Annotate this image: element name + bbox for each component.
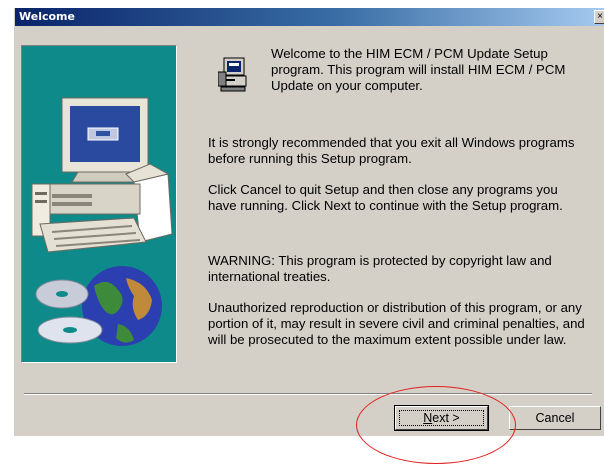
title-bar[interactable]: Welcome × bbox=[15, 8, 604, 26]
instructions-text: Click Cancel to quit Setup and then clos… bbox=[208, 182, 563, 213]
welcome-text: Welcome to the HIM ECM / PCM Update Setu… bbox=[271, 46, 566, 93]
setup-computer-icon bbox=[217, 56, 248, 92]
annotation-circle bbox=[356, 386, 516, 464]
window-title: Welcome bbox=[19, 10, 75, 23]
cancel-button[interactable]: Cancel bbox=[509, 406, 601, 430]
copyright-warning-text: WARNING: This program is protected by co… bbox=[208, 253, 552, 284]
close-icon[interactable]: × bbox=[594, 10, 604, 24]
legal-notice-text: Unauthorized reproduction or distributio… bbox=[208, 300, 585, 347]
button-divider bbox=[24, 393, 592, 395]
recommendation-text: It is strongly recommended that you exit… bbox=[208, 135, 575, 166]
setup-illustration bbox=[21, 45, 177, 363]
